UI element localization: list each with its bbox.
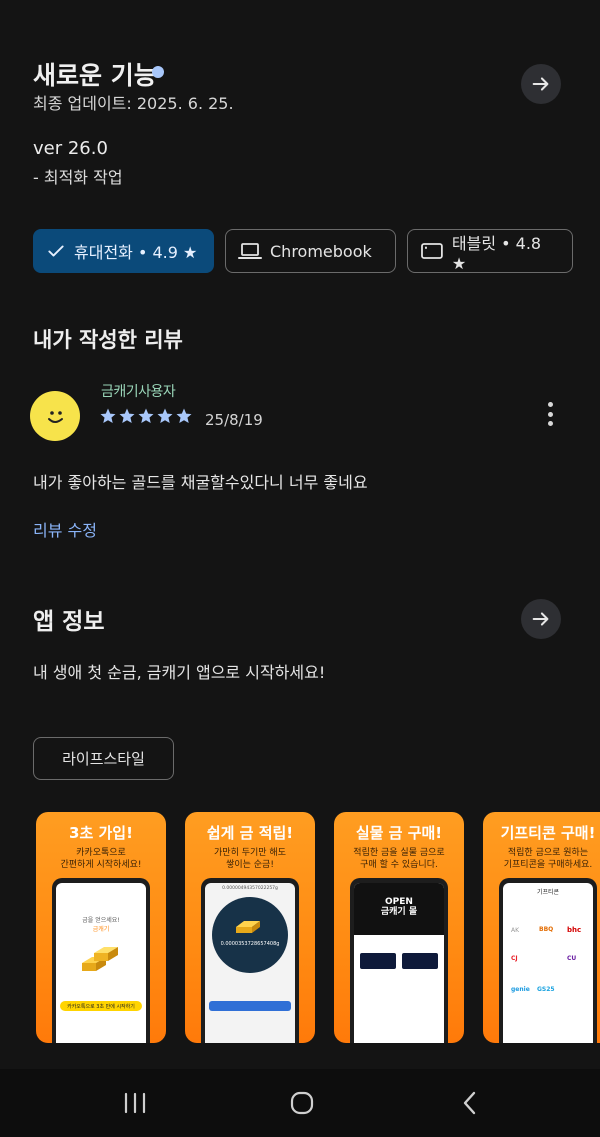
star-icon [157,408,173,423]
screen-subtitle: 금캐기 [92,926,110,933]
device-chip-label: Chromebook [270,241,372,261]
brand-logo: genie [511,986,530,993]
phone-screen: 0.00000494357022257g 0.0000353728657408g [205,883,295,1043]
app-info-arrow-button[interactable] [521,599,561,639]
screenshot-subtitle: 가만히 두기만 해도 쌓이는 순금! [214,848,286,870]
whats-new-title: 새로운 기능 [33,61,157,90]
screenshot-title: 3초 가입! [69,824,133,842]
device-chip-phone[interactable]: 휴대전화 • 4.9 ★ [33,229,214,273]
more-options-button[interactable] [538,400,562,428]
rating-stars [99,407,193,425]
last-updated-text: 최종 업데이트: 2025. 6. 25. [33,94,234,113]
star-icon [138,408,154,423]
screen-header: 기프티콘 [536,889,560,896]
screen-top-value: 0.00000494357022257g [222,886,278,891]
phone-screen: OPEN 금캐기 몰 [354,883,444,1043]
gold-bars-icon [82,947,118,971]
version-note: - 최적화 작업 [33,168,123,187]
laptop-icon [238,243,262,259]
mall-banner: OPEN 금캐기 몰 [354,883,444,935]
gold-circle: 0.0000353728657408g [212,897,288,973]
brand-logo: CJ [511,955,518,962]
phone-screen: 금을 얻으세요! 금캐기 카카오톡으로 3초 만에 시작하기 [56,883,146,1043]
screenshot-title: 쉽게 금 적립! [206,824,294,842]
star-icon [176,408,192,423]
reviewer-name: 금캐기사용자 [101,384,176,400]
system-navigation-bar [0,1069,600,1137]
app-description: 내 생애 첫 순금, 금캐기 앱으로 시작하세요! [33,663,326,682]
more-vert-icon-dot [547,402,553,407]
category-chip[interactable]: 라이프스타일 [33,737,174,780]
whats-new-arrow-button[interactable] [521,64,561,104]
device-chip-chromebook[interactable]: Chromebook [225,229,396,273]
device-chip-tablet[interactable]: 태블릿 • 4.8 ★ [407,229,573,273]
brand-logo: CU [567,955,577,962]
brand-logo: AK [511,927,520,934]
screenshot-subtitle: 적립한 금으로 원하는 기프티콘을 구매하세요. [503,848,593,870]
tablet-icon [421,243,443,259]
kakao-start-button: 카카오톡으로 3초 만에 시작하기 [60,1001,142,1011]
check-icon [48,245,64,257]
brand-logo: BBQ [539,926,554,933]
phone-mockup: 기프티콘 AK BBQ bhc CJ GS25 CU genie [499,878,597,1043]
kakao-start-label: 카카오톡으로 3초 만에 시작하기 [67,1004,135,1010]
screenshot-subtitle: 적립한 금을 실물 금으로 구매 할 수 있습니다. [353,848,445,870]
home-icon [290,1091,314,1115]
my-review-heading: 내가 작성한 리뷰 [33,328,183,352]
screenshot-title: 실물 금 구매! [355,824,443,842]
more-vert-icon-dot [547,411,553,417]
phone-mockup: 금을 얻으세요! 금캐기 카카오톡으로 3초 만에 시작하기 [52,878,150,1043]
gold-bar-icon [236,921,260,933]
edit-review-link[interactable]: 리뷰 수정 [33,517,97,541]
back-button[interactable] [430,1069,510,1137]
product-thumb [360,953,396,969]
device-chip-label: 휴대전화 • 4.9 ★ [74,243,198,262]
device-chip-label: 태블릿 • 4.8 ★ [451,233,542,273]
screenshot-subtitle: 카카오톡으로 간편하게 시작하세요! [60,848,142,870]
arrow-right-icon [532,612,549,626]
arrow-right-icon [532,77,549,91]
phone-screen: 기프티콘 AK BBQ bhc CJ GS25 CU genie [503,883,593,1043]
smiley-face-icon [48,411,63,423]
review-text: 내가 좋아하는 골드를 채굴할수있다니 너무 좋네요 [33,473,368,492]
screenshot-card[interactable]: 3초 가입! 카카오톡으로 간편하게 시작하세요! 금을 얻으세요! 금캐기 카… [36,812,166,1043]
screenshot-card[interactable]: 실물 금 구매! 적립한 금을 실물 금으로 구매 할 수 있습니다. OPEN… [334,812,464,1043]
screenshot-card[interactable]: 쉽게 금 적립! 가만히 두기만 해도 쌓이는 순금! 0.0000049435… [185,812,315,1043]
mall-banner-text: OPEN 금캐기 몰 [380,897,418,917]
recent-apps-icon [124,1092,146,1114]
screenshot-card[interactable]: 기프티콘 구매! 적립한 금으로 원하는 기프티콘을 구매하세요. 기프티콘 A… [483,812,600,1043]
version-text: ver 26.0 [33,138,108,159]
screenshot-title: 기프티콘 구매! [500,824,596,842]
star-icon [119,408,135,423]
phone-mockup: 0.00000494357022257g 0.0000353728657408g [201,878,299,1043]
product-thumb [402,953,438,969]
new-indicator-dot [152,66,164,78]
review-date: 25/8/19 [205,411,263,429]
action-bar [209,1001,291,1011]
home-button[interactable] [262,1069,342,1137]
avatar [30,391,80,441]
star-icon [100,408,116,423]
brand-logo: bhc [567,926,582,934]
back-icon [463,1091,476,1115]
recent-apps-button[interactable] [95,1069,175,1137]
app-info-heading: 앱 정보 [33,609,105,635]
phone-mockup: OPEN 금캐기 몰 [350,878,448,1043]
more-vert-icon-dot [547,421,553,426]
screen-title: 금을 얻으세요! [82,917,120,924]
brand-logo: GS25 [537,986,555,993]
gold-amount: 0.0000353728657408g [220,941,280,947]
